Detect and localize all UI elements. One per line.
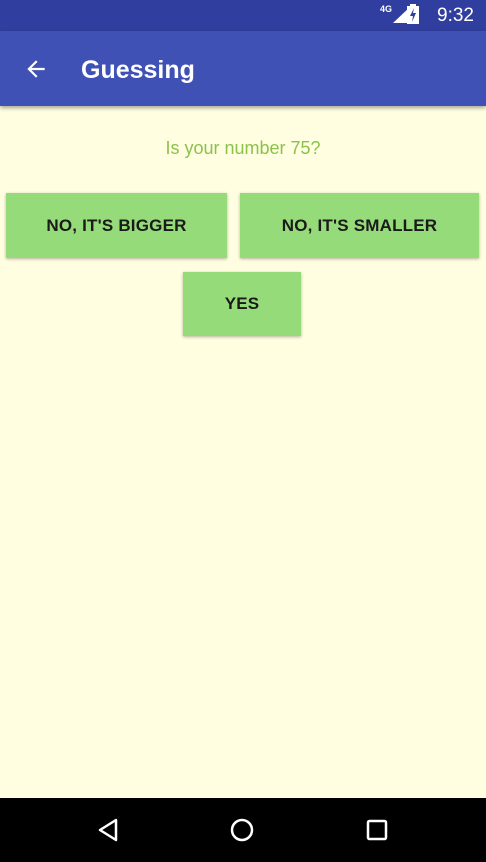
app-bar: Guessing [0, 31, 486, 106]
nav-home-button[interactable] [224, 812, 260, 848]
navigation-bar [0, 798, 486, 862]
status-icons: 4G 9:32 [380, 0, 474, 31]
nav-back-icon [98, 818, 118, 842]
nav-recents-button[interactable] [359, 812, 395, 848]
arrow-back-icon [27, 60, 45, 78]
nav-home-icon [230, 818, 254, 842]
nav-back-button[interactable] [90, 812, 126, 848]
clock: 9:32 [437, 4, 474, 26]
question-text: Is your number 75? [165, 138, 321, 158]
yes-button[interactable]: YES [183, 272, 301, 336]
page-title: Guessing [81, 56, 195, 84]
back-button[interactable] [16, 49, 56, 89]
battery-charging-icon [407, 4, 420, 24]
status-bar: 4G 9:32 [0, 0, 486, 31]
network-type-label: 4G [380, 4, 393, 14]
smaller-button[interactable]: NO, IT'S SMALLER [240, 193, 479, 258]
nav-recents-icon [366, 819, 388, 841]
bigger-button[interactable]: NO, IT'S BIGGER [6, 193, 227, 258]
